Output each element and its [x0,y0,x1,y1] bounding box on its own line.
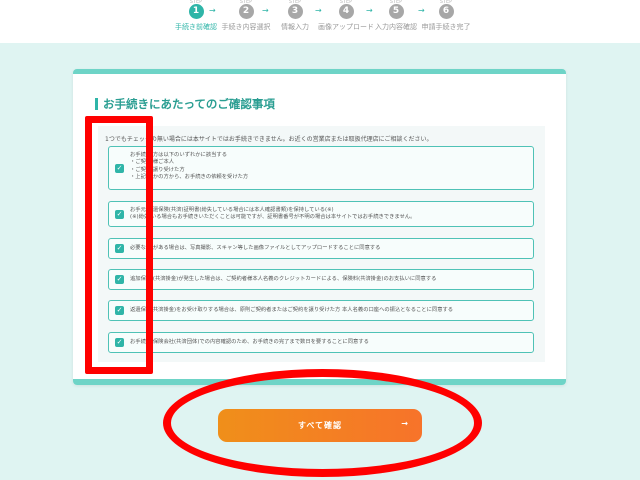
checklist-item-text: 返還保険 共済掛金)をお受け取りする場合は、原則ご契約者またはご契約を譲り受けた… [130,307,454,313]
checklist-item[interactable]: ✓ お手続 る保険会社(共済団体)での内容確認のため、お手続きの完了まで数日を要… [108,332,534,353]
checklist-item-text: お手元に 還保険(共済)証明書(紛失している場合には本人確認書類)を保持している… [130,207,415,222]
checklist-item-text: 必要な 類がある場合は、写真撮影、スキャン等した画像ファイルとしてアップロードす… [130,245,381,251]
step-4-number: 4 [338,4,354,19]
step-arrow-icon: → [209,6,216,15]
checklist-item-text: 追加保険 (共済掛金)が発生した場合は、ご契約者様本人名義のクレジットカードによ… [130,276,437,282]
step-1-number: 1 [188,4,204,19]
item-line: (※)紛失 いる場合もお手続きいただくことは可能ですが、証明書番号が不明の場合は… [130,214,416,221]
checklist-item-text: お手続 る保険会社(共済団体)での内容確認のため、お手続きの完了まで数日を要する… [130,339,369,345]
step-2-number: 2 [238,4,254,19]
card-title: お手続きにあたってのご確認事項 [95,98,275,110]
step-indicator: STEP 1 手続き前確認 → STEP 2 手続き内容選択 → STEP 3 … [166,0,476,40]
step-6: STEP 6 申請手続き完了 [416,0,476,32]
arrow-right-icon: → [401,419,409,428]
confirm-all-button[interactable]: すべて確認 → [218,409,422,442]
checklist-item[interactable]: ✓ 必要な 類がある場合は、写真撮影、スキャン等した画像ファイルとしてアップロー… [108,238,534,259]
checklist-item[interactable]: ✓ お手続き 方は以下のいずれかに該当する ・ご契約 様ご本人 ・ご契約 譲り受… [108,146,534,190]
confirm-all-label: すべて確認 [297,421,343,430]
checklist-panel: 1つでもチェックの無い場合には本サイトではお手続きできません。お近くの営業店また… [98,126,545,362]
checklist-item[interactable]: ✓ 追加保険 (共済掛金)が発生した場合は、ご契約者様本人名義のクレジットカード… [108,269,534,290]
step-6-number: 6 [438,4,454,19]
step-3-number: 3 [287,4,303,19]
step-6-sub: STEP [439,0,453,5]
checklist-item[interactable]: ✓ お手元に 還保険(共済)証明書(紛失している場合には本人確認書類)を保持して… [108,201,534,227]
step-5-number: 5 [388,4,404,19]
highlight-box-annotation [85,116,153,374]
checklist-item[interactable]: ✓ 返還保険 共済掛金)をお受け取りする場合は、原則ご契約者またはご契約を譲り受… [108,300,534,321]
checklist-intro: 1つでもチェックの無い場合には本サイトではお手続きできません。お近くの営業店また… [105,136,433,143]
step-6-label: 申請手続き完了 [421,23,471,31]
progress-header: STEP 1 手続き前確認 → STEP 2 手続き内容選択 → STEP 3 … [0,0,640,43]
